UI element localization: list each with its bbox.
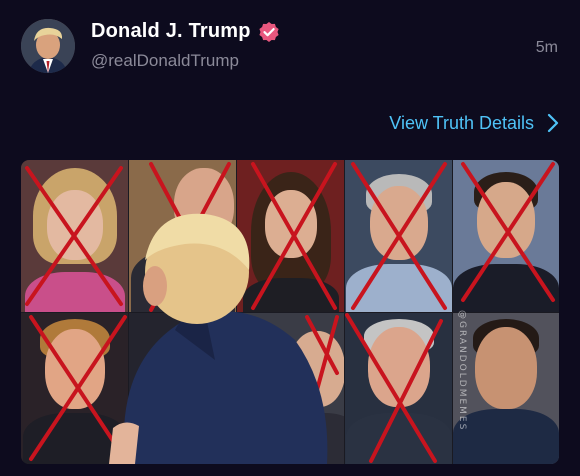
post-media-image[interactable]: @GRANDOLDMEMES: [21, 160, 559, 464]
view-truth-details-link[interactable]: View Truth Details: [389, 112, 560, 134]
collage-tile: [345, 160, 452, 312]
post-timestamp: 5m: [535, 39, 558, 56]
collage-tile: [453, 313, 559, 464]
truth-post: Donald J. Trump @realDonaldTrump 5m View…: [0, 0, 580, 476]
author-display-name[interactable]: Donald J. Trump: [91, 20, 251, 43]
collage-tile: [345, 313, 452, 464]
profile-photo-icon: [21, 19, 75, 73]
verified-badge-icon: [258, 21, 280, 43]
view-truth-details-label: View Truth Details: [389, 112, 534, 133]
image-watermark: @GRANDOLDMEMES: [457, 310, 467, 432]
author-name-row: Donald J. Trump: [91, 20, 280, 43]
chevron-right-icon: [546, 112, 560, 134]
author-handle[interactable]: @realDonaldTrump: [91, 51, 239, 71]
author-avatar[interactable]: [21, 19, 75, 73]
central-figure: [109, 213, 328, 464]
collage-tile: [453, 160, 559, 312]
